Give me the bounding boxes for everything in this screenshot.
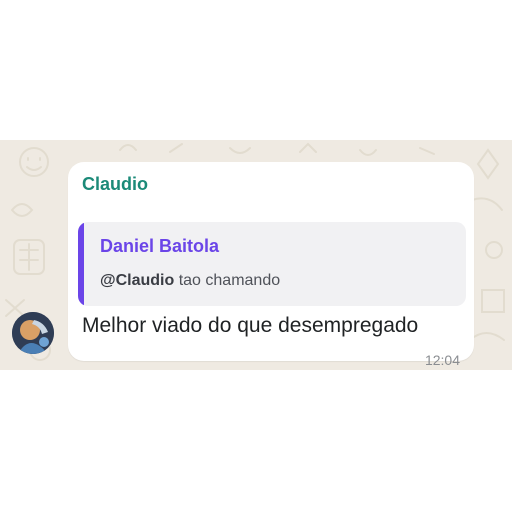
chat-area: Claudio Daniel Baitola @Claudio tao cham…: [0, 140, 512, 370]
quoted-body: tao chamando: [174, 272, 281, 289]
quoted-mention: @Claudio: [100, 272, 175, 289]
sender-avatar[interactable]: [12, 312, 54, 354]
message-text: Melhor viado do que desempregado: [82, 314, 419, 337]
quote-accent-bar: [78, 222, 84, 306]
quoted-author: Daniel Baitola: [100, 236, 220, 256]
quoted-reply[interactable]: Daniel Baitola @Claudio tao chamando: [78, 222, 466, 306]
quoted-text: @Claudio tao chamando: [100, 272, 280, 290]
message-timestamp: 12:04: [424, 352, 460, 368]
sender-name[interactable]: Claudio: [82, 174, 148, 195]
message-bubble[interactable]: Claudio Daniel Baitola @Claudio tao cham…: [68, 162, 474, 368]
avatar-photo-icon: [12, 312, 54, 354]
